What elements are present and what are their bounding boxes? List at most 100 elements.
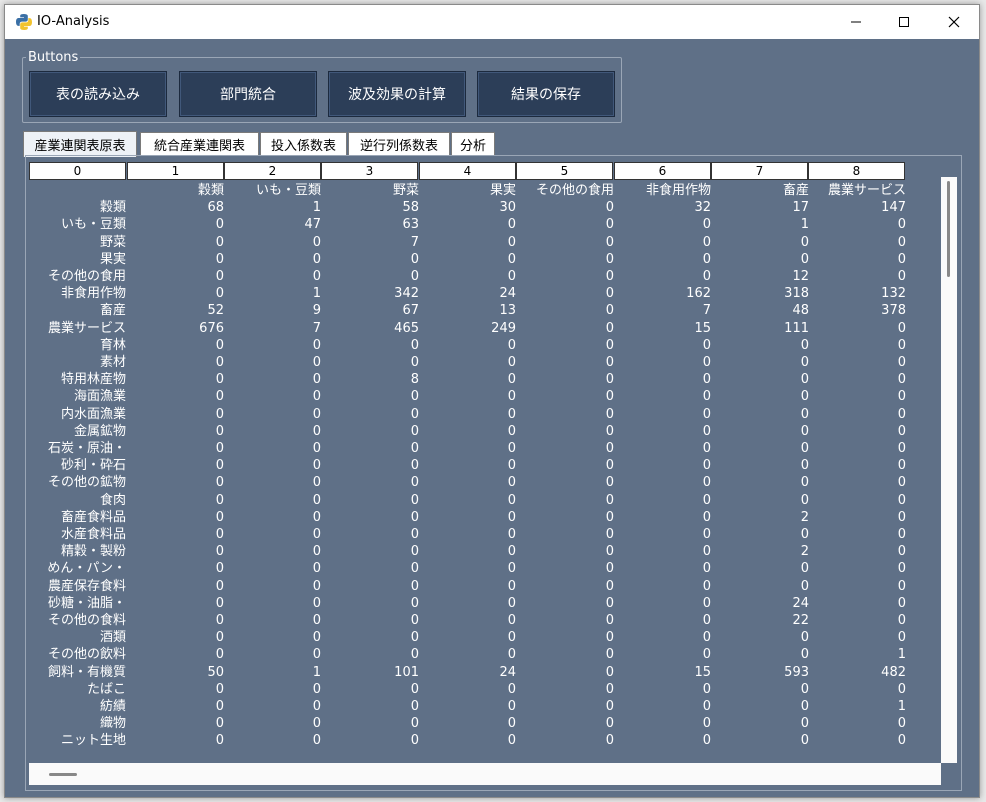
table-cell: 0 <box>702 337 711 353</box>
column-header[interactable]: 1 <box>127 162 224 180</box>
table-cell: 0 <box>702 355 711 370</box>
table-cell: 0 <box>312 613 321 628</box>
column-header[interactable]: 4 <box>419 162 516 180</box>
row-label-cell: 砂糖・油脂・ <box>47 595 126 611</box>
table-cell: 0 <box>410 595 419 611</box>
table-row: 農業サービス 676 7 465 249 0 15 111 0 <box>29 320 941 337</box>
tab-io-table-original[interactable]: 産業連関表原表 <box>23 131 137 157</box>
table-cell: 0 <box>897 406 906 422</box>
table-cell: 30 <box>499 200 516 216</box>
table-cell: 0 <box>507 647 516 663</box>
table-cell: 0 <box>800 406 809 422</box>
row-label-cell: 織物 <box>99 716 126 732</box>
table-cell: いも・豆類 <box>255 183 321 198</box>
table-cell: 0 <box>507 630 516 646</box>
table-cell: 0 <box>215 475 224 491</box>
tab-analysis[interactable]: 分析 <box>451 132 495 156</box>
table-cell: 0 <box>702 441 711 456</box>
title-bar[interactable]: IO-Analysis <box>5 5 979 39</box>
table-cell: 0 <box>897 251 906 267</box>
table-cell: 0 <box>410 527 419 542</box>
table-cell: 0 <box>897 320 906 336</box>
table-cell: 0 <box>507 492 516 508</box>
table-cell: 0 <box>605 389 614 405</box>
table-row: 水産食料品 0 0 0 0 0 0 0 0 <box>29 526 941 543</box>
row-label-cell: 水産食料品 <box>60 527 126 542</box>
save-results-button[interactable]: 結果の保存 <box>477 71 615 117</box>
table-row: たばこ 0 0 0 0 0 0 0 0 <box>29 681 941 698</box>
tab-input-coefficients[interactable]: 投入係数表 <box>260 132 347 156</box>
close-button[interactable] <box>931 5 977 39</box>
table-cell: 0 <box>897 561 906 577</box>
table-cell: 0 <box>215 716 224 732</box>
horizontal-scrollbar[interactable] <box>29 763 941 785</box>
table-cell: 0 <box>215 423 224 439</box>
table-cell: 0 <box>215 458 224 474</box>
column-header[interactable]: 5 <box>516 162 613 180</box>
table-cell: 0 <box>605 475 614 491</box>
table-cell: 0 <box>605 458 614 474</box>
table-cell: 0 <box>507 217 516 233</box>
calc-ripple-effect-button[interactable]: 波及効果の計算 <box>328 71 466 117</box>
table-cell: 0 <box>507 458 516 474</box>
table-cell: その他の食用 <box>535 183 614 198</box>
data-table[interactable]: 0 1 2 3 4 5 6 7 8 穀類 いも・豆類 野菜 果実 その他の食用 非食用作物 畜産 農業サービス穀… <box>29 160 941 760</box>
table-cell: 318 <box>784 286 809 302</box>
table-cell: 0 <box>312 337 321 353</box>
table-cell: 0 <box>215 613 224 628</box>
table-row: 織物 0 0 0 0 0 0 0 0 <box>29 715 941 732</box>
table-cell: 0 <box>702 509 711 525</box>
table-cell: 24 <box>792 595 809 611</box>
table-row: 育林 0 0 0 0 0 0 0 0 <box>29 337 941 354</box>
row-label-cell: 素材 <box>99 355 126 370</box>
table-cell: 0 <box>800 251 809 267</box>
column-header[interactable]: 6 <box>614 162 711 180</box>
column-header[interactable]: 0 <box>29 162 126 180</box>
row-label-cell: 非食用作物 <box>60 286 126 302</box>
column-header[interactable]: 8 <box>808 162 905 180</box>
table-cell: 0 <box>897 475 906 491</box>
table-cell: 0 <box>410 355 419 370</box>
row-label-cell: 内水面漁業 <box>60 406 126 422</box>
horizontal-scroll-thumb[interactable] <box>49 773 77 776</box>
table-cell: 0 <box>507 423 516 439</box>
table-cell: 0 <box>215 269 224 284</box>
load-table-button[interactable]: 表の読み込み <box>29 71 167 117</box>
row-label-cell: 海面漁業 <box>73 389 126 405</box>
row-label-cell: 石炭・原油・ <box>47 441 126 456</box>
table-cell: 593 <box>784 664 809 680</box>
tab-io-table-merged[interactable]: 統合産業連関表 <box>140 132 259 156</box>
table-cell: 0 <box>702 251 711 267</box>
minimize-button[interactable] <box>833 5 879 39</box>
close-icon <box>948 16 960 28</box>
table-cell: 68 <box>207 200 224 216</box>
table-cell: 0 <box>507 251 516 267</box>
column-header[interactable]: 2 <box>224 162 321 180</box>
table-cell: 0 <box>605 647 614 663</box>
table-cell: 0 <box>702 269 711 284</box>
table-cell: 0 <box>410 544 419 560</box>
column-header[interactable]: 7 <box>711 162 808 180</box>
tab-inverse-matrix[interactable]: 逆行列係数表 <box>348 132 450 156</box>
table-cell: 0 <box>897 217 906 233</box>
table-cell: 0 <box>897 509 906 525</box>
merge-sectors-button[interactable]: 部門統合 <box>179 71 317 117</box>
vertical-scroll-thumb[interactable] <box>947 181 950 277</box>
row-label-cell: 特用林産物 <box>60 372 126 388</box>
table-cell: 0 <box>702 458 711 474</box>
row-label-cell: 果実 <box>99 251 126 267</box>
table-row: 穀類 68 1 58 30 0 32 17 147 <box>29 199 941 216</box>
table-cell: 0 <box>215 337 224 353</box>
table-cell: 0 <box>312 372 321 388</box>
table-cell: 0 <box>410 733 419 749</box>
table-cell: 0 <box>215 544 224 560</box>
table-cell: 0 <box>410 251 419 267</box>
table-cell: 465 <box>394 320 419 336</box>
column-header[interactable]: 3 <box>321 162 418 180</box>
table-row: 畜産食料品 0 0 0 0 0 0 2 0 <box>29 509 941 526</box>
table-cell: 0 <box>897 613 906 628</box>
maximize-button[interactable] <box>881 5 927 39</box>
table-cell: 0 <box>410 492 419 508</box>
vertical-scrollbar[interactable] <box>941 177 957 763</box>
table-cell: 0 <box>507 699 516 714</box>
